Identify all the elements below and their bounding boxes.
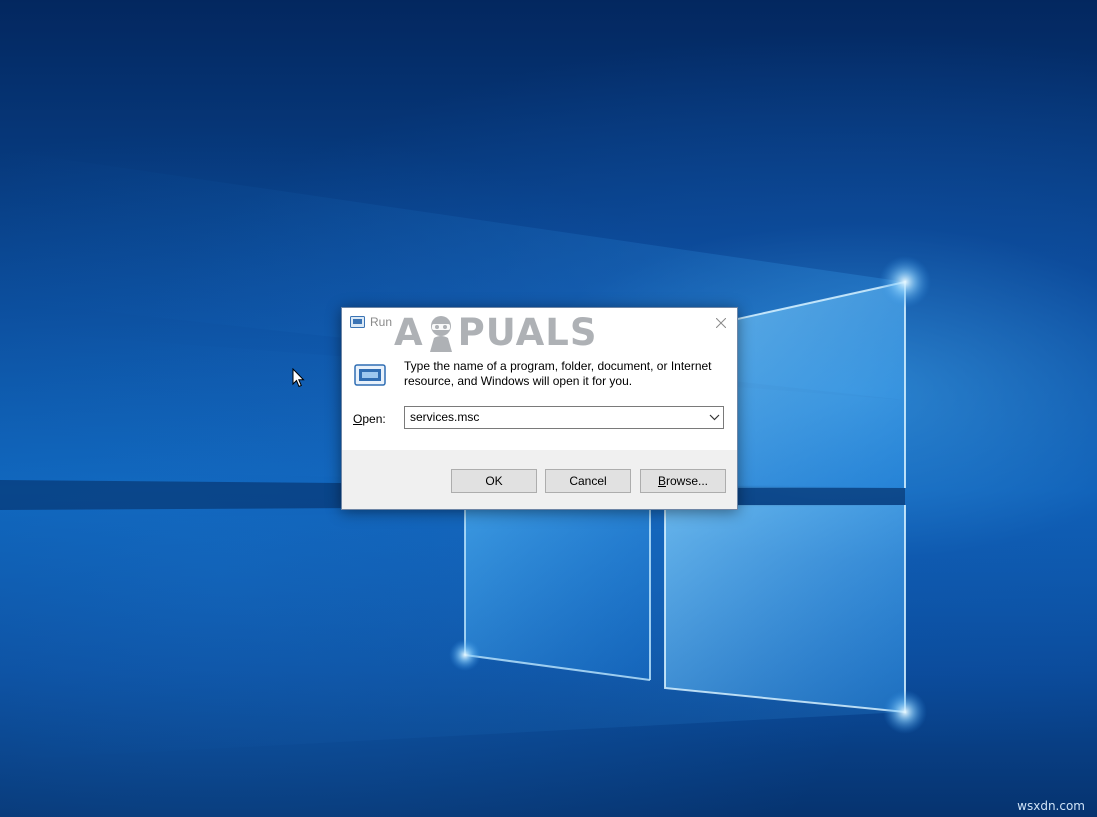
- close-button[interactable]: [705, 308, 737, 337]
- open-combobox[interactable]: services.msc: [404, 406, 724, 429]
- open-label: Open:: [353, 412, 386, 426]
- cancel-button[interactable]: Cancel: [545, 469, 631, 493]
- title-bar[interactable]: Run A PUALS: [342, 308, 737, 354]
- run-program-icon: [354, 364, 386, 386]
- run-icon: [350, 316, 365, 328]
- open-input[interactable]: services.msc: [410, 410, 479, 424]
- browse-button[interactable]: Browse...: [640, 469, 726, 493]
- dialog-footer: OK Cancel Browse...: [342, 450, 737, 509]
- mouse-pointer-icon: [292, 368, 305, 388]
- dialog-description: Type the name of a program, folder, docu…: [404, 359, 712, 388]
- close-icon: [716, 317, 726, 328]
- chevron-down-icon[interactable]: [709, 413, 720, 422]
- site-watermark: wsxdn.com: [1017, 799, 1085, 813]
- dialog-title: Run: [370, 315, 393, 329]
- run-dialog: Run A PUALS Type the name of a program, …: [341, 307, 738, 510]
- ok-button[interactable]: OK: [451, 469, 537, 493]
- dialog-content: Type the name of a program, folder, docu…: [342, 337, 737, 450]
